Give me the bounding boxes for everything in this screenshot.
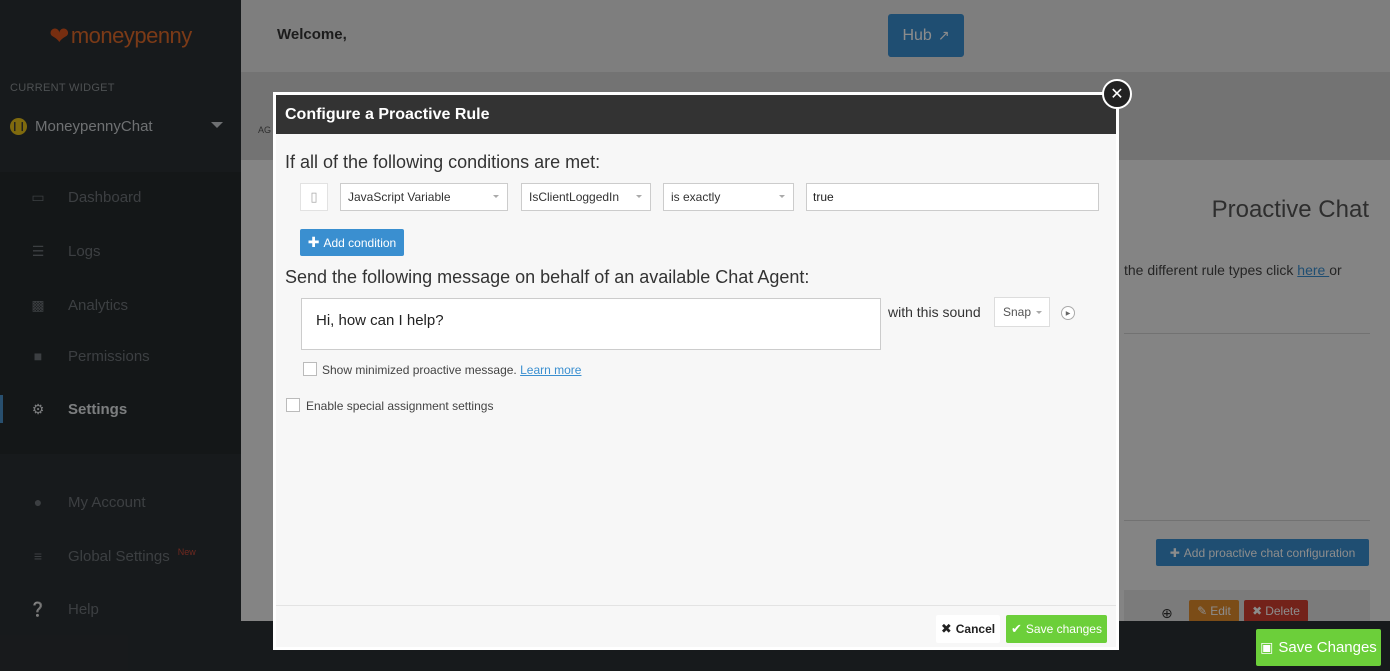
show-minimized-text: Show minimized proactive message. bbox=[322, 363, 517, 377]
check-icon: ✔ bbox=[1011, 621, 1022, 636]
chevron-down-icon bbox=[779, 195, 785, 198]
configure-rule-modal: Configure a Proactive Rule If all of the… bbox=[273, 92, 1119, 650]
condition-operator-value: is exactly bbox=[671, 190, 721, 204]
learn-more-link[interactable]: Learn more bbox=[520, 363, 581, 377]
save-changes-label: Save Changes bbox=[1278, 639, 1377, 656]
chevron-down-icon bbox=[636, 195, 642, 198]
proactive-message-input[interactable]: Hi, how can I help? bbox=[301, 298, 881, 350]
sound-value: Snap bbox=[1003, 305, 1032, 319]
condition-type-select[interactable]: JavaScript Variable bbox=[340, 183, 508, 211]
plus-icon: ✚ bbox=[307, 234, 320, 250]
special-assignment-label: Enable special assignment settings bbox=[306, 399, 494, 413]
condition-type-value: JavaScript Variable bbox=[348, 190, 451, 204]
save-changes-main-button[interactable]: ▣ Save Changes bbox=[1256, 629, 1381, 666]
chevron-down-icon bbox=[493, 195, 499, 198]
add-condition-label: Add condition bbox=[323, 235, 397, 250]
sound-label: with this sound bbox=[888, 304, 981, 320]
delete-condition-icon[interactable]: ▯ bbox=[300, 183, 328, 211]
special-assignment-checkbox[interactable] bbox=[286, 398, 300, 412]
save-changes-button[interactable]: ✔ Save changes bbox=[1006, 615, 1107, 643]
floppy-disk-icon: ▣ bbox=[1260, 639, 1274, 655]
show-minimized-checkbox[interactable] bbox=[303, 362, 317, 376]
condition-value-input[interactable] bbox=[806, 183, 1099, 211]
divider bbox=[276, 605, 1116, 606]
show-minimized-label: Show minimized proactive message. Learn … bbox=[322, 363, 581, 377]
message-heading: Send the following message on behalf of … bbox=[285, 267, 810, 287]
chevron-down-icon bbox=[1036, 311, 1042, 314]
cancel-label: Cancel bbox=[955, 622, 996, 636]
condition-variable-select[interactable]: IsClientLoggedIn bbox=[521, 183, 651, 211]
condition-variable-value: IsClientLoggedIn bbox=[529, 190, 620, 204]
save-label: Save changes bbox=[1025, 622, 1102, 636]
close-icon: ✖ bbox=[940, 621, 952, 636]
conditions-heading: If all of the following conditions are m… bbox=[285, 152, 601, 172]
condition-operator-select[interactable]: is exactly bbox=[663, 183, 794, 211]
close-modal-icon[interactable]: ✕ bbox=[1102, 79, 1132, 109]
add-condition-button[interactable]: ✚ Add condition bbox=[300, 229, 404, 256]
play-sound-icon[interactable]: ▶ bbox=[1061, 306, 1075, 320]
modal-title: Configure a Proactive Rule bbox=[276, 95, 1116, 134]
cancel-button[interactable]: ✖ Cancel bbox=[936, 615, 1000, 643]
sound-select[interactable]: Snap bbox=[994, 297, 1050, 327]
